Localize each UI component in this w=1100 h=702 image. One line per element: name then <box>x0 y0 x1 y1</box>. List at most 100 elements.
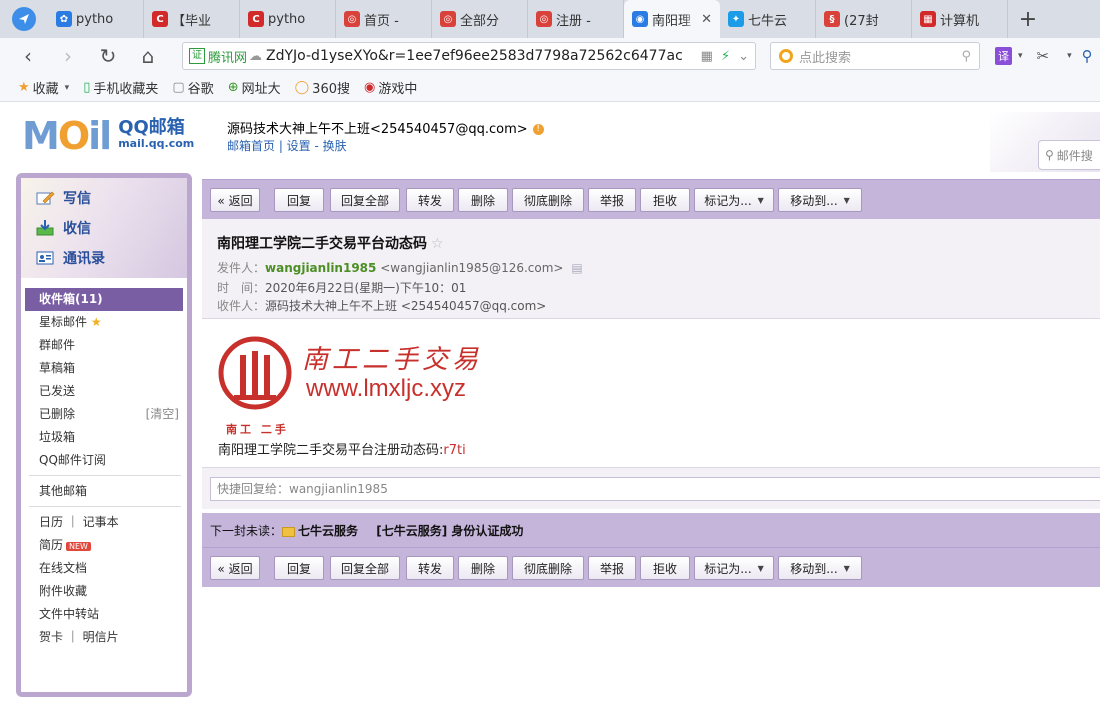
forward-button[interactable]: › <box>48 38 88 74</box>
forward-button[interactable]: 转发 <box>406 188 454 212</box>
browser-tab-strip: ✿ pytho C 【毕业 Cpytho ◎ 首页 - ◎ 全部分 ◎ 注册 - ◉ 南阳理 ✕ ✦ 七牛云 §… <box>0 0 1100 38</box>
reload-button[interactable]: ↻ <box>88 38 128 74</box>
move-to-dropdown[interactable]: 移动到... ▼ <box>778 556 862 580</box>
bookmark-item[interactable]: ◯ 360搜 <box>295 78 350 97</box>
app-cards[interactable]: 贺卡 ｜ 明信片 <box>25 626 183 649</box>
app-file-transfer[interactable]: 文件中转站 <box>25 603 183 626</box>
app-attachments[interactable]: 附件收藏 <box>25 580 183 603</box>
search-icon[interactable]: ⚲ <box>961 49 971 64</box>
browser-tab[interactable]: ✿ pytho <box>48 0 144 38</box>
sender-name[interactable]: wangjianlin1985 <box>265 261 376 275</box>
folder-drafts[interactable]: 草稿箱 <box>25 357 183 380</box>
delete-forever-button[interactable]: 彻底删除 <box>512 188 584 212</box>
clear-deleted-link[interactable]: [清空] <box>146 403 179 426</box>
folder-sent[interactable]: 已发送 <box>25 380 183 403</box>
browser-toolbar: ‹ › ↻ ⌂ 证 腾讯网 ☁ ZdYJo-d1yseXYo&r=1ee7ef9… <box>0 38 1100 74</box>
address-bar[interactable]: 证 腾讯网 ☁ ZdYJo-d1yseXYo&r=1ee7ef96ee2583d… <box>182 42 756 70</box>
back-button[interactable]: ‹ <box>8 38 48 74</box>
receive-button[interactable]: 收信 <box>35 218 91 238</box>
star-outline-icon[interactable]: ☆ <box>431 236 444 252</box>
browser-tab[interactable]: ✦ 七牛云 <box>720 0 816 38</box>
reply-button[interactable]: 回复 <box>274 188 324 212</box>
mark-as-dropdown[interactable]: 标记为... ▼ <box>694 556 774 580</box>
home-button[interactable]: ⌂ <box>128 38 168 74</box>
contacts-button[interactable]: 通讯录 <box>35 248 105 268</box>
mark-as-dropdown[interactable]: 标记为... ▼ <box>694 188 774 212</box>
quick-reply-input[interactable]: 快捷回复给：wangjianlin1985 <box>210 477 1100 501</box>
search-engine-icon[interactable] <box>779 49 793 63</box>
delete-button[interactable]: 删除 <box>458 556 508 580</box>
browser-tab[interactable]: ◎ 注册 - <box>528 0 624 38</box>
star-icon: ★ <box>90 315 102 329</box>
folder-inbox[interactable]: 收件箱(11) <box>25 288 183 311</box>
folder-deleted[interactable]: 已删除 [清空] <box>25 403 183 426</box>
browser-tab[interactable]: ◉ 南阳理 ✕ <box>624 0 720 38</box>
reply-button[interactable]: 回复 <box>274 556 324 580</box>
mail-search-input[interactable]: ⚲ 邮件搜 <box>1038 140 1100 170</box>
browser-nav-button[interactable] <box>0 0 48 38</box>
bookmark-label: 360搜 <box>312 82 350 97</box>
qq-mail-logo[interactable]: MOil QQ邮箱 mail.qq.com <box>22 114 194 158</box>
folder-subscribe[interactable]: QQ邮件订阅 <box>25 449 183 472</box>
app-resume[interactable]: 简历 NEW <box>25 534 183 557</box>
new-badge: NEW <box>66 542 91 551</box>
reject-button[interactable]: 拒收 <box>640 556 690 580</box>
browser-tab[interactable]: ▦ 计算机 <box>912 0 1008 38</box>
search-icon: ⚲ <box>1045 148 1054 162</box>
chevron-down-icon[interactable]: ▾ <box>65 83 70 93</box>
reject-button[interactable]: 拒收 <box>640 188 690 212</box>
mail-action-bar-top: « 返回 回复 回复全部 转发 删除 彻底删除 举报 拒收 标记为... ▼ 移动… <box>202 179 1100 219</box>
chevron-down-icon[interactable]: ⌄ <box>738 49 749 64</box>
compose-button[interactable]: 写信 <box>35 188 91 208</box>
tab-favicon-icon: ◎ <box>344 11 360 27</box>
app-online-docs[interactable]: 在线文档 <box>25 557 183 580</box>
folder-starred[interactable]: 星标邮件 ★ <box>25 311 183 334</box>
warning-icon[interactable]: ! <box>532 124 544 135</box>
scissors-icon[interactable]: ✂ <box>1037 47 1050 65</box>
forward-button[interactable]: 转发 <box>406 556 454 580</box>
next-unread-sender[interactable]: 七牛云服务 <box>298 524 358 538</box>
report-button[interactable]: 举报 <box>588 188 636 212</box>
reply-all-button[interactable]: 回复全部 <box>330 188 400 212</box>
divider <box>29 506 181 507</box>
bookmark-label: 收藏 <box>32 82 59 97</box>
url-text[interactable]: ZdYJo-d1yseXYo&r=1ee7ef96ee2583d7798a725… <box>266 48 693 64</box>
delete-button[interactable]: 删除 <box>458 188 508 212</box>
brand-url: www.lmxljc.xyz <box>306 375 466 402</box>
bookmark-item[interactable]: ▢ 谷歌 <box>172 78 213 97</box>
browser-tab[interactable]: ◎ 全部分 <box>432 0 528 38</box>
close-icon[interactable]: ✕ <box>701 12 712 27</box>
bookmark-item[interactable]: ◉ 游戏中 <box>364 78 417 97</box>
browser-tab[interactable]: C 【毕业 <box>144 0 240 38</box>
bookmark-item[interactable]: ★ 收藏 ▾ <box>18 78 69 97</box>
browser-tab[interactable]: Cpytho <box>240 0 336 38</box>
tab-title: 【毕业 <box>172 13 212 29</box>
browser-tab[interactable]: ◎ 首页 - <box>336 0 432 38</box>
new-tab-button[interactable]: + <box>1008 0 1048 38</box>
contact-card-icon[interactable]: ▤ <box>571 261 582 275</box>
translate-icon[interactable]: 译 <box>995 47 1012 65</box>
qr-icon[interactable]: ▦ <box>701 49 713 64</box>
lightning-icon[interactable]: ⚡ <box>721 49 730 64</box>
folder-other-mailbox[interactable]: 其他邮箱 <box>25 480 183 503</box>
chevron-down-icon[interactable]: ▾ <box>1067 51 1072 61</box>
browser-tab[interactable]: § (27封 <box>816 0 912 38</box>
reply-all-button[interactable]: 回复全部 <box>330 556 400 580</box>
search-icon[interactable]: ⚲ <box>1082 47 1093 65</box>
app-calendar-notes[interactable]: 日历 ｜ 记事本 <box>25 511 183 534</box>
back-to-list-button[interactable]: « 返回 <box>210 188 260 212</box>
report-button[interactable]: 举报 <box>588 556 636 580</box>
bookmark-item[interactable]: ⊕ 网址大 <box>228 78 281 97</box>
chevron-down-icon: ▼ <box>757 563 764 573</box>
folder-trash[interactable]: 垃圾箱 <box>25 426 183 449</box>
browser-search-box[interactable]: 点此搜索 ⚲ <box>770 42 980 70</box>
next-unread-subject[interactable]: [七牛云服务] 身份认证成功 <box>376 524 523 538</box>
back-to-list-button[interactable]: « 返回 <box>210 556 260 580</box>
delete-forever-button[interactable]: 彻底删除 <box>512 556 584 580</box>
user-links[interactable]: 邮箱首页 | 设置 - 换肤 <box>227 137 347 154</box>
folder-group[interactable]: 群邮件 <box>25 334 183 357</box>
bookmark-item[interactable]: ▯ 手机收藏夹 <box>83 78 158 97</box>
move-to-dropdown[interactable]: 移动到... ▼ <box>778 188 862 212</box>
certificate-badge[interactable]: 证 腾讯网 ☁ <box>189 47 262 66</box>
chevron-down-icon[interactable]: ▾ <box>1018 51 1023 61</box>
